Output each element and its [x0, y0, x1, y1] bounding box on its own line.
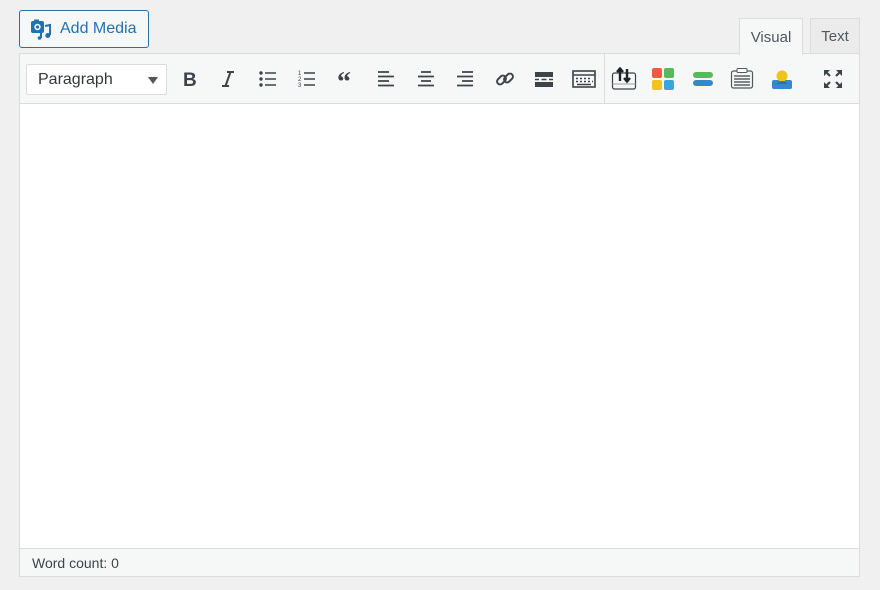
italic-icon — [218, 69, 238, 89]
tab-text[interactable]: Text — [810, 18, 860, 54]
plugin-table-button[interactable] — [727, 64, 757, 94]
read-more-icon — [534, 69, 554, 89]
numbered-list-button[interactable]: 123 — [292, 64, 322, 94]
add-media-button[interactable]: Add Media — [19, 10, 149, 48]
align-center-button[interactable] — [411, 64, 441, 94]
align-right-icon — [455, 69, 475, 89]
align-center-icon — [416, 69, 436, 89]
blockquote-icon: “ — [337, 69, 357, 89]
plugin-insert-button[interactable] — [609, 64, 639, 94]
editor: Paragraph B 123 “ Word count: 0 — [19, 53, 860, 577]
link-icon — [494, 68, 516, 90]
bulleted-list-button[interactable] — [253, 64, 283, 94]
chevron-down-icon — [148, 77, 158, 84]
plugin-grid-icon — [651, 67, 675, 91]
status-bar: Word count: 0 — [20, 548, 859, 576]
numbered-list-icon: 123 — [297, 69, 317, 89]
fullscreen-icon — [822, 68, 844, 90]
blockquote-button[interactable]: “ — [332, 64, 362, 94]
tab-visual[interactable]: Visual — [739, 18, 803, 55]
toolbar-toggle-button[interactable] — [569, 64, 599, 94]
bold-icon: B — [179, 69, 199, 89]
add-media-label: Add Media — [60, 20, 137, 37]
toolbar-separator — [604, 54, 605, 103]
plugin-insert-icon — [611, 67, 637, 91]
fullscreen-button[interactable] — [818, 64, 848, 94]
plugin-user-button[interactable] — [767, 64, 797, 94]
word-count: Word count: 0 — [32, 554, 119, 571]
align-left-button[interactable] — [371, 64, 401, 94]
format-select-value: Paragraph — [38, 70, 113, 88]
link-button[interactable] — [490, 64, 520, 94]
plugin-grid-button[interactable] — [648, 64, 678, 94]
italic-button[interactable] — [213, 64, 243, 94]
svg-text:“: “ — [337, 69, 351, 89]
plugin-table-icon — [730, 67, 754, 91]
plugin-stack-icon — [691, 69, 715, 89]
editor-toolbar: Paragraph B 123 “ — [20, 54, 859, 104]
align-left-icon — [376, 69, 396, 89]
align-right-button[interactable] — [450, 64, 480, 94]
format-select[interactable]: Paragraph — [26, 64, 167, 95]
bold-button[interactable]: B — [174, 64, 204, 94]
toolbar-toggle-icon — [572, 69, 596, 89]
svg-text:3: 3 — [298, 83, 302, 89]
editor-content-area[interactable] — [20, 104, 859, 548]
plugin-stack-button[interactable] — [688, 64, 718, 94]
bulleted-list-icon — [258, 69, 278, 89]
svg-text:B: B — [183, 70, 197, 89]
read-more-button[interactable] — [529, 64, 559, 94]
add-media-icon — [30, 18, 52, 40]
plugin-user-icon — [770, 67, 794, 91]
